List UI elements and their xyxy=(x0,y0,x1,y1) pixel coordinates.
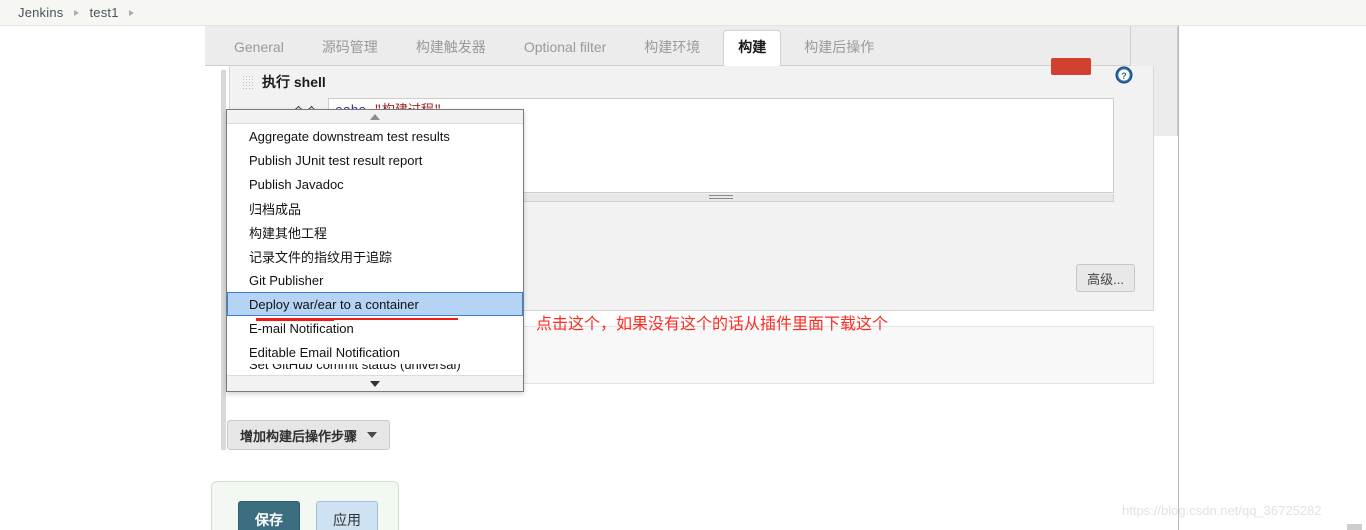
left-pane xyxy=(0,26,205,530)
list-item[interactable]: Editable Email Notification xyxy=(227,340,523,364)
red-underline-annotation-2 xyxy=(256,319,334,321)
add-post-build-step-label: 增加构建后操作步骤 xyxy=(240,428,358,444)
save-bar: 保存 应用 xyxy=(211,481,399,530)
left-gutter-accent-2 xyxy=(221,424,226,450)
triangle-right-icon-2 xyxy=(119,9,145,17)
tab-general[interactable]: General xyxy=(219,30,299,66)
list-item[interactable]: Git Publisher xyxy=(227,268,523,292)
list-item[interactable]: 构建其他工程 xyxy=(227,220,523,244)
resize-grip-icon xyxy=(709,195,733,199)
list-item-deploy-war-ear[interactable]: Deploy war/ear to a container xyxy=(227,292,523,316)
dropdown-list: Aggregate downstream test results Publis… xyxy=(227,124,523,375)
scrollbar-thumb[interactable] xyxy=(1347,524,1362,530)
tab-post-build-actions[interactable]: 构建后操作 xyxy=(789,30,889,66)
build-step-header: 执行 shell xyxy=(230,66,1155,98)
delete-button[interactable] xyxy=(1051,58,1091,75)
list-item[interactable]: 记录文件的指纹用于追踪 xyxy=(227,244,523,268)
post-build-action-dropdown[interactable]: Aggregate downstream test results Publis… xyxy=(226,109,524,392)
help-side-panel xyxy=(1178,26,1366,530)
save-button[interactable]: 保存 xyxy=(238,501,300,530)
list-item-label: Set GitHub commit status (universal) xyxy=(249,364,461,372)
list-item[interactable]: Publish Javadoc xyxy=(227,172,523,196)
breadcrumb-item-test1[interactable]: test1 xyxy=(89,5,118,20)
list-item[interactable]: Publish JUnit test result report xyxy=(227,148,523,172)
tab-build-environment[interactable]: 构建环境 xyxy=(629,30,715,66)
drag-grip-icon[interactable] xyxy=(242,75,254,89)
app-root: Jenkins test1 General 源码管理 构建触发器 Optiona… xyxy=(0,0,1366,530)
tab-build[interactable]: 构建 xyxy=(723,30,782,66)
scroll-down-arrow-icon[interactable] xyxy=(227,375,523,391)
advanced-button[interactable]: 高级... xyxy=(1076,264,1135,292)
scroll-up-arrow-icon[interactable] xyxy=(227,110,523,124)
svg-text:?: ? xyxy=(1121,71,1127,81)
list-item[interactable]: 归档成品 xyxy=(227,196,523,220)
build-step-title: 执行 shell xyxy=(262,74,326,90)
tab-scm[interactable]: 源码管理 xyxy=(307,30,393,66)
triangle-right-icon xyxy=(63,9,89,17)
tab-optional-filter[interactable]: Optional filter xyxy=(509,30,621,66)
apply-button[interactable]: 应用 xyxy=(316,501,378,530)
list-item[interactable]: Set GitHub commit status (universal) xyxy=(227,364,523,375)
list-item[interactable]: Aggregate downstream test results xyxy=(227,124,523,148)
watermark: https://blog.csdn.net/qq_36725282 xyxy=(1122,503,1322,518)
caret-down-icon xyxy=(367,432,378,438)
red-annotation-text: 点击这个，如果没有这个的话从插件里面下载这个 xyxy=(536,316,889,333)
help-question-icon[interactable]: ? xyxy=(1115,66,1133,84)
breadcrumb: Jenkins test1 xyxy=(0,0,1366,26)
breadcrumb-item-jenkins[interactable]: Jenkins xyxy=(18,5,63,20)
tab-build-triggers[interactable]: 构建触发器 xyxy=(401,30,501,66)
add-post-build-step-button[interactable]: 增加构建后操作步骤 xyxy=(227,420,391,450)
